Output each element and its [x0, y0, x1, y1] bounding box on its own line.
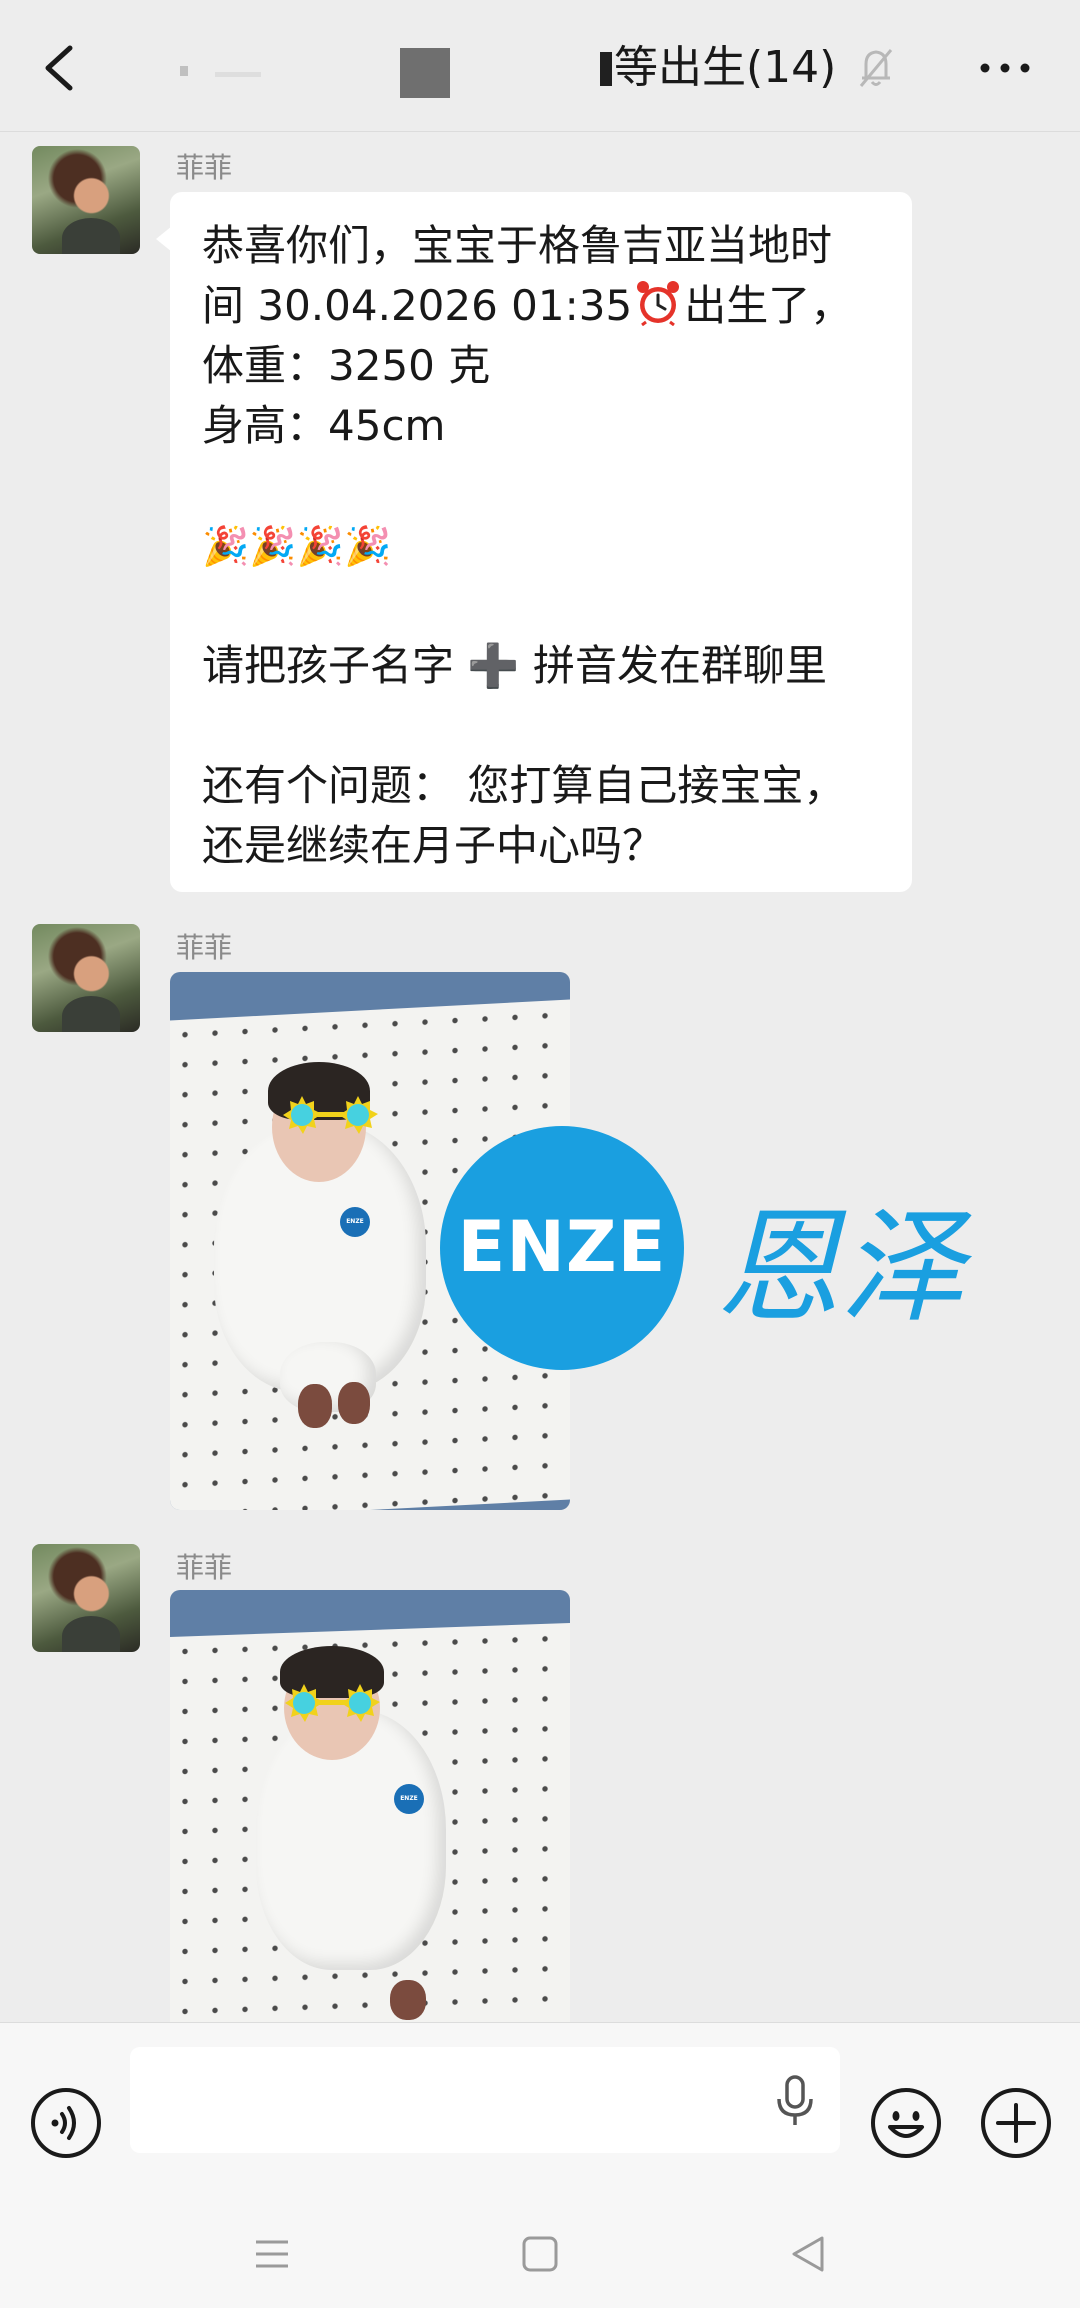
home-icon[interactable]: [510, 2224, 570, 2284]
chat-input-bar: [0, 2022, 1080, 2202]
shirt-logo: ENZE: [394, 1784, 424, 1814]
enze-logo-text: ENZE: [457, 1206, 667, 1288]
enze-watermark-logo: ENZE 恩泽: [440, 1126, 1000, 1370]
redacted-mark: [180, 66, 188, 76]
sender-name: 菲菲: [176, 151, 233, 184]
sender-name: 菲菲: [176, 1551, 233, 1584]
sender-avatar[interactable]: [32, 146, 140, 254]
more-dots-icon[interactable]: [976, 40, 1034, 96]
alarm-clock-icon: [637, 281, 680, 326]
enze-logo-chinese: 恩泽: [716, 1196, 965, 1340]
party-popper-emoji-row: 🎉🎉🎉🎉: [202, 524, 392, 568]
message-line: 体重：3250 克: [202, 341, 491, 390]
message-line: 身高：45cm: [202, 401, 446, 450]
bell-off-icon: [859, 49, 893, 87]
sender-name: 菲菲: [176, 931, 233, 964]
chat-title[interactable]: 等出生(14): [614, 38, 836, 98]
sender-avatar[interactable]: [32, 924, 140, 1032]
redacted-mark: [215, 72, 261, 77]
message-input[interactable]: [130, 2047, 840, 2153]
plus-icon[interactable]: [980, 2087, 1052, 2159]
chat-header: 等出生(14): [0, 0, 1080, 132]
message-line: 间 30.04.2026 01:35 出生了，: [202, 276, 882, 336]
redacted-mark: [600, 52, 612, 86]
voice-icon[interactable]: [30, 2087, 102, 2159]
image-message[interactable]: ENZE: [170, 1590, 570, 2022]
smiley-icon[interactable]: [870, 2087, 942, 2159]
sunglasses-sticker-icon: [285, 1684, 380, 1722]
recent-apps-icon[interactable]: [242, 2224, 302, 2284]
sender-avatar[interactable]: [32, 1544, 140, 1652]
message-line: 请把孩子名字 ➕ 拼音发在群聊里: [202, 641, 827, 690]
redacted-mark: [400, 48, 450, 98]
shirt-logo: ENZE: [340, 1207, 370, 1237]
text-message-bubble[interactable]: 恭喜你们，宝宝于格鲁吉亚当地时 间 30.04.2026 01:35 出生了， …: [156, 192, 912, 892]
nav-back-icon[interactable]: [778, 2224, 838, 2284]
system-navigation-bar: [0, 2202, 1080, 2308]
microphone-icon[interactable]: [773, 2073, 817, 2129]
message-line: 恭喜你们，宝宝于格鲁吉亚当地时: [202, 221, 833, 270]
message-text: 出生了，: [684, 281, 853, 330]
back-icon[interactable]: [36, 40, 84, 96]
message-line: 还是继续在月子中心吗？: [202, 821, 665, 870]
message-line: 还有个问题： 您打算自己接宝宝，: [202, 761, 846, 810]
sunglasses-sticker-icon: [283, 1096, 378, 1134]
message-text: 间 30.04.2026 01:35: [202, 281, 633, 330]
